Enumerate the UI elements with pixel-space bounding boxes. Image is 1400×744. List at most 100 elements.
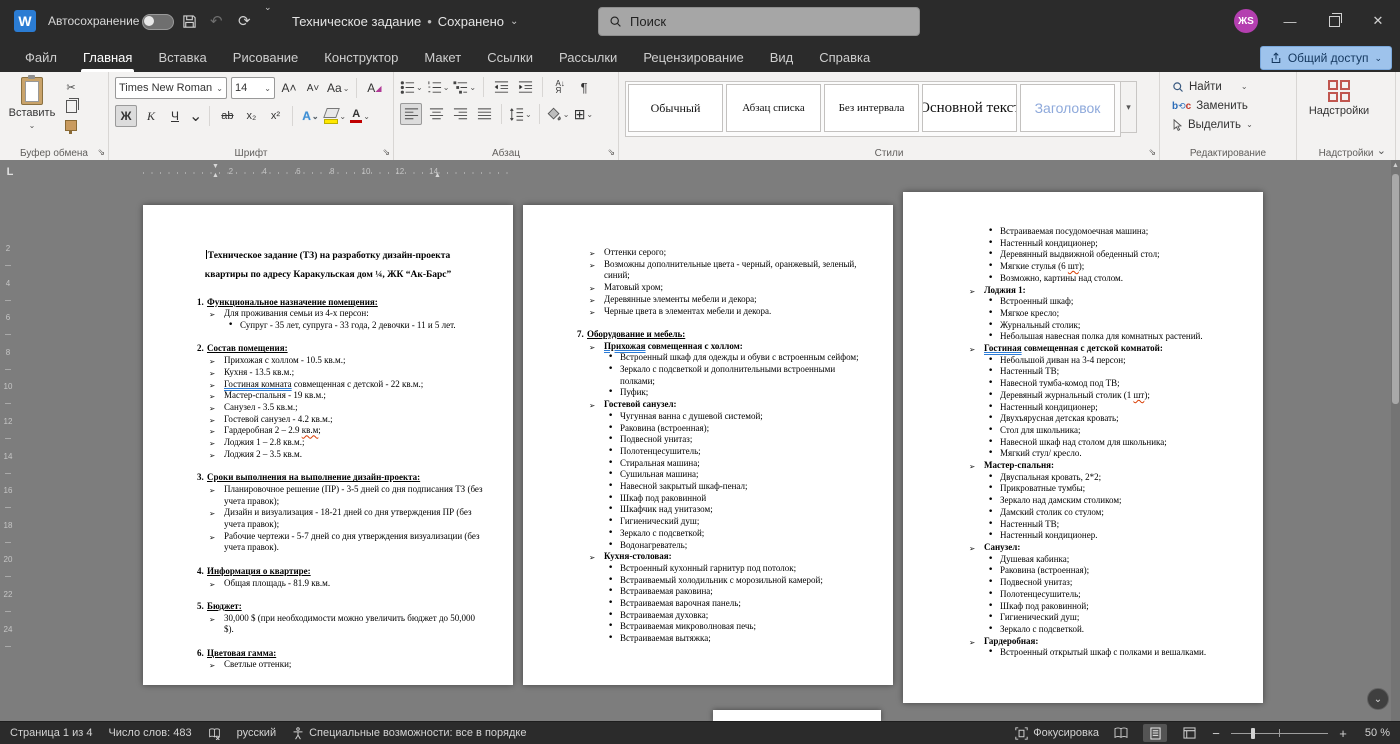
page-2[interactable]: ➢ Оттенки серого; ➢ Возможны дополнительные… [523,205,893,685]
next-page-button[interactable]: ⌄ [1367,688,1389,710]
copy-button[interactable] [62,97,80,114]
underline-button[interactable]: Ч [165,106,185,126]
multilevel-list-button[interactable]: ⌄ [453,77,476,97]
tab-file[interactable]: Файл [12,42,70,72]
bullets-button[interactable]: ⌄ [400,77,423,97]
style-body-text[interactable]: Основной текст [922,84,1017,132]
tab-view[interactable]: Вид [757,42,807,72]
find-button[interactable]: Найти ⌄ [1172,77,1290,96]
numbering-button[interactable]: ⌄ [427,77,449,97]
undo-button[interactable]: ↶ [210,0,223,42]
font-color-button[interactable]: А ⌄ [350,106,370,126]
print-layout-button[interactable] [1143,724,1167,742]
zoom-slider-thumb[interactable] [1251,728,1255,739]
tab-selector[interactable]: L [3,165,17,179]
close-button[interactable]: ✕ [1356,0,1400,42]
chevron-down-icon[interactable]: ⌄ [189,106,202,126]
saved-status[interactable]: Сохранено [438,14,504,29]
borders-button[interactable]: ⊞ ⌄ [573,104,593,124]
justify-button[interactable] [474,104,494,124]
zoom-level[interactable]: 50 % [1358,727,1390,739]
minimize-button[interactable]: — [1268,0,1312,42]
save-button[interactable] [182,0,197,42]
highlight-button[interactable]: ⌄ [323,106,346,126]
tab-layout[interactable]: Макет [411,42,474,72]
redo-button[interactable]: ⟳ [238,0,251,42]
grow-font-button[interactable]: A˄ [279,78,299,98]
paragraph-dialog-launcher[interactable]: ⇘ [607,147,615,158]
autosave-toggle[interactable] [142,14,174,30]
sort-button[interactable]: А↓ Я [550,77,570,97]
share-button[interactable]: Общий доступ ⌄ [1259,46,1392,70]
decrease-indent-button[interactable] [491,77,511,97]
text-effects-button[interactable]: A ⌄ [300,106,320,126]
tab-mailings[interactable]: Рассылки [546,42,630,72]
restore-button[interactable] [1312,0,1356,42]
select-button[interactable]: Выделить ⌄ [1172,115,1290,134]
addins-button[interactable]: Надстройки [1303,80,1375,117]
accessibility-status[interactable]: Специальные возможности: все в порядке [292,726,526,740]
font-name-combo[interactable]: Times New Roman ⌄ [115,77,227,99]
font-size-combo[interactable]: 14 ⌄ [231,77,275,99]
style-no-spacing[interactable]: Без интервала [824,84,919,132]
superscript-button[interactable]: x² [265,106,285,126]
styles-dialog-launcher[interactable]: ⇘ [1148,147,1156,158]
styles-gallery-more-button[interactable]: ▾ [1121,81,1137,133]
subscript-button[interactable]: x₂ [241,106,261,126]
bold-button[interactable]: Ж [115,105,137,127]
cut-button[interactable]: ✂ [62,79,80,95]
strikethrough-button[interactable]: ab [217,106,237,126]
clipboard-dialog-launcher[interactable]: ⇘ [97,147,105,158]
increase-indent-button[interactable] [515,77,535,97]
avatar[interactable]: ЖS [1234,9,1258,33]
quick-access-toolbar-menu[interactable]: ▔ ⌄ [264,0,272,42]
page-3[interactable]: • Встраиваемая посудомоечная машина; • Наст… [903,192,1263,703]
paste-button[interactable]: Вставить ⌄ [6,75,58,144]
page-1[interactable]: Техническое задание (ТЗ) на разработку д… [143,205,513,685]
first-line-indent-marker[interactable]: ▼ [212,163,219,170]
align-left-button[interactable] [400,103,422,125]
tab-draw[interactable]: Рисование [220,42,311,72]
style-heading[interactable]: Заголовок [1020,84,1115,132]
tab-help[interactable]: Справка [806,42,883,72]
language-status[interactable]: русский [237,727,276,739]
align-right-button[interactable] [450,104,470,124]
chevron-down-icon[interactable]: ⌄ [510,16,518,27]
vertical-ruler[interactable]: 2 4 6 8 10 12 14 16 18 20 22 24 [0,184,16,722]
zoom-in-button[interactable]: + [1338,726,1348,741]
font-dialog-launcher[interactable]: ⇘ [382,147,390,158]
shading-button[interactable]: ⌄ [547,104,569,124]
focus-mode-button[interactable]: Фокусировка [1015,726,1099,740]
scrollbar-thumb[interactable] [1392,174,1399,404]
vertical-scrollbar[interactable]: ▲ [1391,160,1400,722]
tab-insert[interactable]: Вставка [145,42,219,72]
proofing-status[interactable] [208,727,221,740]
left-indent-marker[interactable]: ▲ [212,172,219,179]
replace-button[interactable]: b⟲c Заменить [1172,96,1290,115]
tab-review[interactable]: Рецензирование [630,42,756,72]
show-formatting-marks-button[interactable]: ¶ [574,77,594,97]
word-count-status[interactable]: Число слов: 483 [108,727,191,739]
italic-button[interactable]: K [141,106,161,126]
align-center-button[interactable] [426,104,446,124]
horizontal-ruler[interactable]: ▼ ▲ ▲ 2 4 6 8 10 12 14 [143,163,513,182]
page-number-status[interactable]: Страница 1 из 4 [10,727,92,739]
style-list-paragraph[interactable]: Абзац списка [726,84,821,132]
tab-home[interactable]: Главная [70,42,145,72]
line-spacing-button[interactable]: ⌄ [509,104,532,124]
format-painter-button[interactable] [62,117,80,134]
web-layout-button[interactable] [1177,724,1201,742]
zoom-slider[interactable] [1231,726,1328,740]
ruler-number: 4 [262,167,267,176]
tab-design[interactable]: Конструктор [311,42,411,72]
change-case-button[interactable]: Aa ⌄ [327,78,349,98]
read-mode-button[interactable] [1109,724,1133,742]
shrink-font-button[interactable]: A˅ [303,78,323,98]
collapse-ribbon-button[interactable]: ⌄ [1377,144,1386,157]
search-input[interactable]: Поиск [598,7,920,36]
style-normal[interactable]: Обычный [628,84,723,132]
tab-references[interactable]: Ссылки [474,42,546,72]
zoom-out-button[interactable]: − [1211,726,1221,741]
scroll-up-arrow-icon[interactable]: ▲ [1391,162,1400,169]
clear-formatting-button[interactable]: A ◢ [364,78,384,98]
